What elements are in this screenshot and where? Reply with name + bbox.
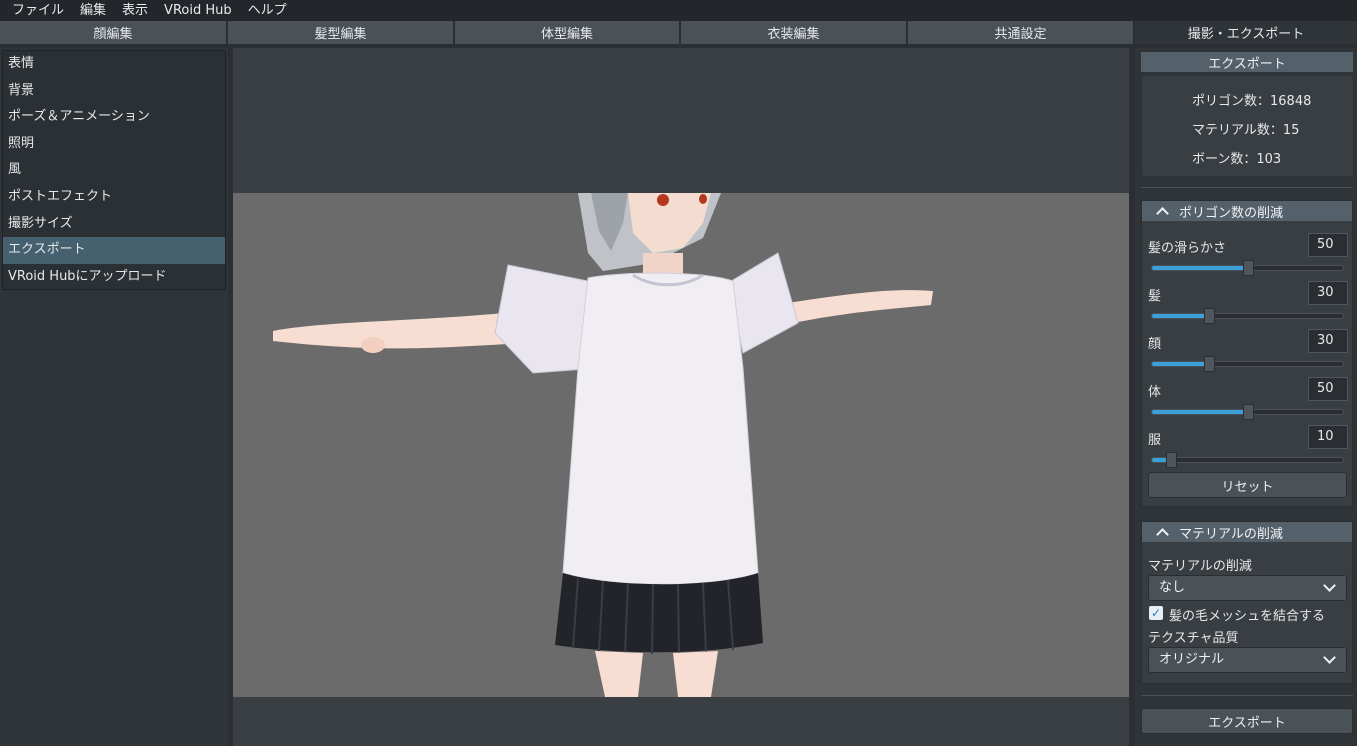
clothes-value[interactable]: 10 — [1308, 425, 1348, 449]
material-reduction-select[interactable]: なし — [1148, 575, 1347, 601]
left-item-shoot-size[interactable]: 撮影サイズ — [3, 211, 225, 238]
avatar-model-image — [273, 193, 933, 697]
face-slider[interactable] — [1151, 356, 1344, 372]
clothes-slider[interactable] — [1151, 452, 1344, 468]
menu-file[interactable]: ファイル — [4, 0, 72, 21]
menu-edit[interactable]: 編集 — [72, 0, 114, 21]
slider-label-hair: 髪 — [1148, 289, 1162, 304]
merge-hair-label[interactable]: 髪の毛メッシュを結合する — [1169, 605, 1325, 624]
slider-label-body: 体 — [1148, 385, 1162, 400]
tab-body-edit[interactable]: 体型編集 — [455, 21, 681, 44]
tab-hair-edit[interactable]: 髪型編集 — [228, 21, 455, 44]
slider-label-face: 顔 — [1148, 337, 1162, 352]
hair-smoothness-value[interactable]: 50 — [1308, 233, 1348, 257]
render-area[interactable] — [233, 193, 1129, 697]
hair-smoothness-slider[interactable] — [1151, 260, 1344, 276]
hair-slider[interactable] — [1151, 308, 1344, 324]
slider-fill — [1152, 266, 1248, 270]
polygon-reduction-group: ポリゴン数の削減 髪の滑らかさ 50 髪 30 顔 30 体 50 服 10 リ… — [1141, 200, 1353, 507]
slider-fill — [1152, 410, 1248, 414]
tab-outfit-edit[interactable]: 衣装編集 — [681, 21, 908, 44]
slider-handle[interactable] — [1204, 356, 1216, 372]
tab-face-edit[interactable]: 顔編集 — [0, 21, 228, 44]
texture-quality-label: テクスチャ品質 — [1148, 631, 1239, 646]
reset-button[interactable]: リセット — [1148, 472, 1347, 498]
divider — [1141, 695, 1353, 696]
tab-common-settings[interactable]: 共通設定 — [908, 21, 1135, 44]
avatar-left-arm — [273, 311, 528, 349]
export-header: エクスポート — [1141, 52, 1353, 72]
avatar-right-leg — [673, 651, 718, 697]
left-item-export[interactable]: エクスポート — [3, 237, 225, 264]
texture-quality-select[interactable]: オリジナル — [1148, 647, 1347, 673]
polygon-count: ポリゴン数：16848 — [1192, 94, 1312, 109]
avatar-shirt — [562, 272, 759, 585]
material-reduction-header[interactable]: マテリアルの削減 — [1142, 522, 1352, 542]
polygon-reduction-title: ポリゴン数の削減 — [1179, 205, 1284, 221]
body-value[interactable]: 50 — [1308, 377, 1348, 401]
left-item-wind[interactable]: 風 — [3, 157, 225, 184]
export-button[interactable]: エクスポート — [1141, 708, 1353, 734]
avatar-left-leg — [595, 651, 643, 697]
texture-quality-value: オリジナル — [1159, 652, 1225, 667]
left-item-vroid-hub-upload[interactable]: VRoid Hubにアップロード — [3, 264, 225, 291]
material-reduction-group: マテリアルの削減 マテリアルの削減 なし ✓ 髪の毛メッシュを結合する テクスチ… — [1141, 521, 1353, 684]
bone-count: ボーン数：103 — [1192, 152, 1282, 167]
slider-fill — [1152, 314, 1210, 318]
chevron-up-icon — [1156, 527, 1169, 541]
left-item-lighting[interactable]: 照明 — [3, 131, 225, 158]
material-reduction-label: マテリアルの削減 — [1148, 559, 1252, 574]
slider-handle[interactable] — [1242, 260, 1254, 276]
menu-bar: ファイル 編集 表示 VRoid Hub ヘルプ — [0, 0, 1357, 21]
slider-label-clothes: 服 — [1148, 433, 1162, 448]
merge-hair-checkbox[interactable]: ✓ — [1149, 606, 1163, 620]
avatar-eye — [657, 194, 669, 206]
slider-handle[interactable] — [1242, 404, 1254, 420]
slider-handle[interactable] — [1166, 452, 1178, 468]
avatar-right-arm — [788, 290, 933, 323]
left-item-post-effect[interactable]: ポストエフェクト — [3, 184, 225, 211]
right-panel: エクスポート ポリゴン数：16848 マテリアル数：15 ボーン数：103 ポリ… — [1135, 48, 1357, 746]
left-panel: 表情 背景 ポーズ＆アニメーション 照明 風 ポストエフェクト 撮影サイズ エク… — [0, 48, 228, 746]
left-item-expression[interactable]: 表情 — [3, 51, 225, 78]
body-slider[interactable] — [1151, 404, 1344, 420]
menu-view[interactable]: 表示 — [114, 0, 156, 21]
left-item-pose-animation[interactable]: ポーズ＆アニメーション — [3, 104, 225, 131]
chevron-up-icon — [1156, 206, 1169, 220]
menu-vroid-hub[interactable]: VRoid Hub — [156, 0, 240, 21]
divider — [1141, 187, 1353, 188]
polygon-reduction-header[interactable]: ポリゴン数の削減 — [1142, 201, 1352, 221]
hair-value[interactable]: 30 — [1308, 281, 1348, 305]
chevron-down-icon — [1323, 579, 1336, 592]
tab-photo-export[interactable]: 撮影・エクスポート — [1135, 21, 1357, 44]
slider-label-hair-smoothness: 髪の滑らかさ — [1148, 241, 1227, 256]
slider-fill — [1152, 362, 1210, 366]
model-stats-box: ポリゴン数：16848 マテリアル数：15 ボーン数：103 — [1142, 76, 1353, 176]
material-reduction-title: マテリアルの削減 — [1179, 526, 1283, 542]
menu-help[interactable]: ヘルプ — [240, 0, 295, 21]
left-menu-list: 表情 背景 ポーズ＆アニメーション 照明 風 ポストエフェクト 撮影サイズ エク… — [2, 50, 226, 290]
material-reduction-value: なし — [1159, 580, 1186, 595]
chevron-down-icon — [1323, 651, 1336, 664]
left-item-background[interactable]: 背景 — [3, 78, 225, 105]
slider-handle[interactable] — [1204, 308, 1216, 324]
material-count: マテリアル数：15 — [1192, 123, 1300, 138]
mode-tab-bar: 顔編集 髪型編集 体型編集 衣装編集 共通設定 撮影・エクスポート — [0, 21, 1357, 44]
3d-viewport[interactable] — [233, 48, 1129, 746]
face-value[interactable]: 30 — [1308, 329, 1348, 353]
